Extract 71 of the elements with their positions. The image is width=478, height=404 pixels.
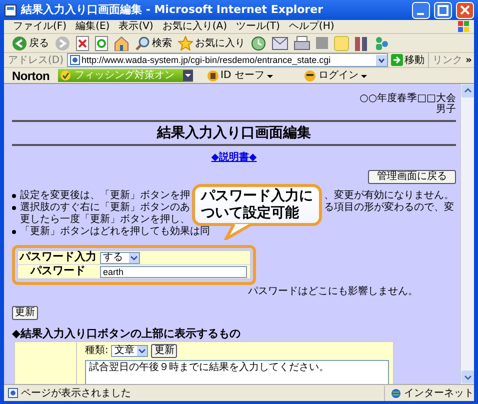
page-icon — [8, 388, 18, 398]
status-text: ページが表示されました — [21, 386, 132, 400]
dropdown-arrow-icon — [137, 346, 148, 356]
id-safe-button[interactable]: ID セーフ — [206, 68, 274, 83]
type-label: 種類: — [85, 344, 108, 358]
callout-text: パスワード入力に — [201, 188, 314, 204]
setting-label: パスワード入力 — [18, 249, 98, 266]
norton-logo: Norton — [12, 68, 50, 84]
login-button[interactable]: ログイン — [304, 68, 368, 83]
stop-icon[interactable] — [76, 36, 89, 50]
smiley-icon — [304, 70, 316, 82]
header-text: ○○年度春季□□大会 — [360, 93, 456, 104]
setting-label: パスワード — [29, 263, 86, 280]
mail-icon[interactable] — [272, 36, 288, 50]
print-icon[interactable] — [294, 36, 310, 50]
scroll-up-icon[interactable] — [461, 84, 474, 98]
bullet-text: 更したら一度「更新」ボタンを押し、 — [20, 214, 190, 226]
minimize-button[interactable] — [412, 2, 430, 18]
page-heading: 結果入力入り口画面編集 — [156, 124, 312, 143]
message-textarea[interactable]: 試合翌日の午後９時までに結果を入力してください。 — [85, 360, 389, 384]
star-icon[interactable] — [178, 36, 193, 50]
bullet-text: 、変更が有効になりません。 — [324, 190, 454, 202]
password-field[interactable]: earth — [100, 266, 247, 278]
bullet-text: 設定を変更後は、「更新」ボタンを押 — [20, 190, 190, 202]
close-button[interactable] — [456, 2, 474, 18]
scrollbar[interactable] — [460, 84, 474, 384]
clock-icon[interactable] — [251, 36, 266, 50]
check-icon — [60, 70, 71, 81]
dropdown-arrow-icon — [129, 253, 139, 264]
more-chevron[interactable]: » — [466, 52, 472, 68]
zone-text: インターネット — [404, 386, 474, 400]
menu-item[interactable]: ツール(T) — [236, 19, 280, 34]
books-icon[interactable] — [355, 36, 368, 50]
bullet-text: 「更新」ボタンはどれを押しても効果は同 — [20, 226, 210, 238]
back-button[interactable]: 戻る — [12, 36, 49, 50]
go-button[interactable]: 移動 — [390, 52, 425, 68]
note-text: パスワードはどこにも影響しません。 — [248, 286, 418, 298]
header-text: 男子 — [436, 104, 456, 115]
window-title: 結果入力入り口画面編集 - Microsoft Internet Explorer — [21, 2, 324, 18]
bullet-text: る項目の形が変わるので、変 — [324, 202, 454, 214]
search-button[interactable]: 検索 — [135, 36, 172, 50]
back-to-admin-button[interactable]: 管理画面に戻る — [368, 170, 456, 184]
globe-icon — [391, 388, 401, 398]
address-label: アドレス(D) — [8, 54, 64, 68]
dropdown-arrow-icon — [266, 72, 274, 78]
menu-item[interactable]: ファイル(F) — [13, 19, 67, 34]
section-heading: ◆結果入力入り口ボタンの上部に表示するもの — [12, 327, 242, 340]
callout-text: ついて設定可能 — [201, 205, 300, 222]
links-label[interactable]: リンク — [428, 52, 463, 68]
scroll-down-icon[interactable] — [461, 370, 474, 384]
manual-link[interactable]: ◆説明書◆ — [211, 152, 257, 164]
bullet-text: 選択肢のすぐ右に「更新」ボタンのあ — [20, 202, 190, 214]
update-button[interactable]: 更新 — [151, 344, 178, 358]
address-field[interactable]: http://www.wada-system.jp/cgi-bin/resdemo/entrance_state.cgi — [66, 53, 388, 67]
refresh-icon[interactable] — [95, 36, 108, 50]
menu-item[interactable]: お気に入り(A) — [162, 19, 227, 34]
home-icon[interactable] — [114, 36, 129, 50]
page-icon — [70, 55, 80, 65]
update-button[interactable]: 更新 — [12, 306, 38, 320]
safe-icon — [206, 70, 219, 82]
select-field[interactable]: する — [100, 252, 140, 264]
menu-item[interactable]: 表示(V) — [118, 19, 154, 34]
menu-item[interactable]: 編集(E) — [76, 19, 110, 34]
type-select[interactable]: 文章 — [111, 344, 148, 356]
windows-flag-icon — [458, 20, 470, 32]
dropdown-arrow-icon — [360, 72, 368, 78]
favorites-button[interactable]: お気に入り — [178, 36, 245, 50]
menu-item[interactable]: ヘルプ(H) — [288, 19, 334, 34]
page-icon — [4, 4, 17, 16]
search-icon[interactable] — [135, 36, 150, 50]
maximize-button[interactable] — [434, 2, 452, 18]
